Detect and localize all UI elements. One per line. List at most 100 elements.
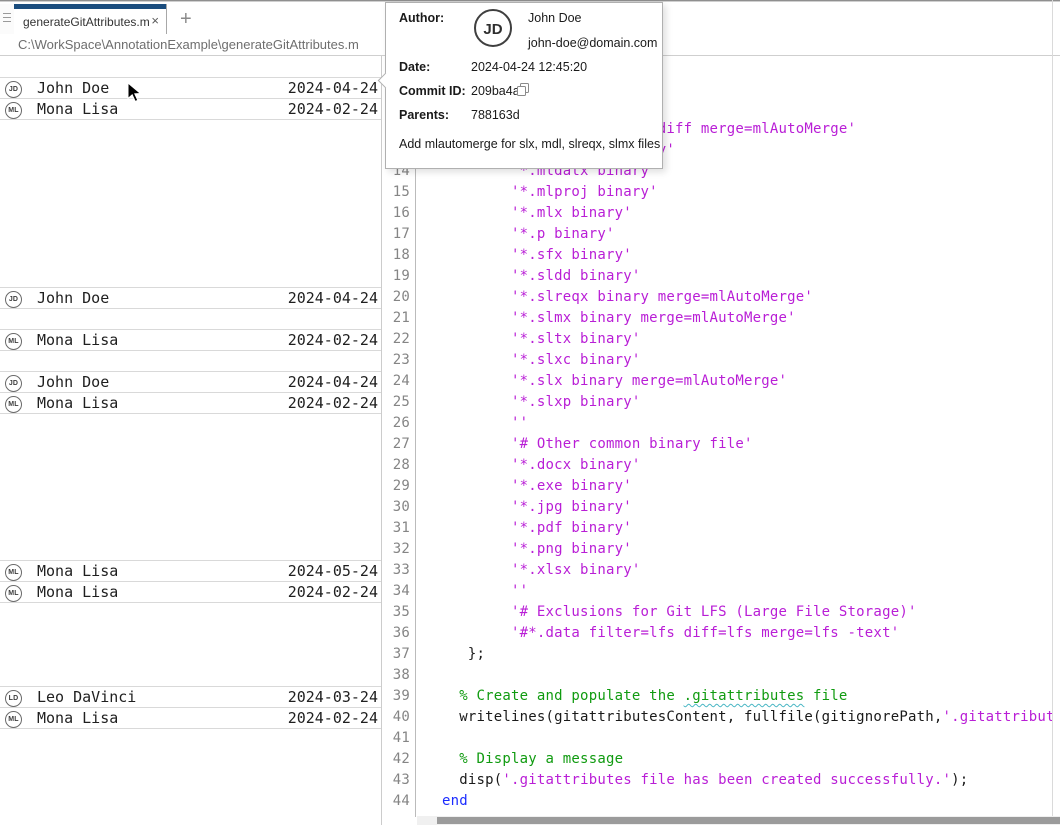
code-line[interactable]: '*.png binary' — [417, 539, 1052, 560]
parent-commit: 788163d — [471, 108, 520, 122]
code-line[interactable]: % Display a message — [417, 749, 1052, 770]
line-number: 43 — [382, 770, 410, 791]
code-line[interactable]: '# Exclusions for Git LFS (Large File St… — [417, 602, 1052, 623]
blame-row[interactable]: MLMona Lisa2024-02-24 — [0, 98, 381, 120]
author-avatar: ML — [5, 711, 22, 728]
blame-row[interactable]: LDLeo DaVinci2024-03-24 — [0, 686, 381, 708]
line-number: 35 — [382, 602, 410, 623]
code-token-string: '#*.data filter=lfs diff=lfs merge=lfs -… — [442, 625, 899, 641]
file-path: C:\WorkSpace\AnnotationExample\generateG… — [18, 37, 359, 52]
commit-date: 2024-02-24 — [288, 708, 378, 729]
code-line[interactable]: '*.docx binary' — [417, 455, 1052, 476]
code-line[interactable]: disp('.gitattributes file has been creat… — [417, 770, 1052, 791]
author-name: Mona Lisa — [37, 330, 118, 351]
code-line[interactable]: '*.sltx binary' — [417, 329, 1052, 350]
blame-row[interactable]: JDJohn Doe2024-04-24 — [0, 77, 381, 99]
horizontal-scrollbar-track[interactable] — [417, 816, 1060, 825]
blame-panel: JDJohn Doe2024-04-24 ML Mona Lisa 2024-02-2… — [0, 56, 382, 825]
author-avatar: ML — [5, 333, 22, 350]
line-number: 32 — [382, 539, 410, 560]
code-line[interactable]: '*.pdf binary' — [417, 518, 1052, 539]
line-number: 30 — [382, 497, 410, 518]
code-line[interactable] — [417, 728, 1052, 749]
author-avatar: LD — [5, 690, 22, 707]
line-number: 31 — [382, 518, 410, 539]
horizontal-scrollbar-thumb[interactable] — [437, 817, 1060, 824]
line-number: 24 — [382, 371, 410, 392]
tab-close-icon[interactable]: × — [151, 14, 159, 28]
code-token-string: '*.sldd binary' — [442, 268, 640, 284]
code-line[interactable]: '*.slxc binary' — [417, 350, 1052, 371]
code-line[interactable]: '*.exe binary' — [417, 476, 1052, 497]
panel-grip-handle[interactable] — [0, 4, 15, 35]
code-line[interactable] — [417, 665, 1052, 686]
code-line[interactable]: writelines(gitattributesContent, fullfil… — [417, 707, 1052, 728]
author-name: Mona Lisa — [37, 393, 118, 414]
author-name: Mona Lisa — [37, 561, 118, 582]
code-token-string: '*.exe binary' — [442, 478, 632, 494]
code-token-string: '.gitattributes' — [942, 709, 1052, 725]
copy-commit-id-icon[interactable] — [516, 82, 531, 97]
code-line[interactable]: % Create and populate the .gitattributes… — [417, 686, 1052, 707]
code-line[interactable]: '*.mlproj binary' — [417, 182, 1052, 203]
commit-date: 2024-02-24 — [288, 582, 378, 603]
line-number: 23 — [382, 350, 410, 371]
author-name: Leo DaVinci — [37, 687, 136, 708]
code-line[interactable]: }; — [417, 644, 1052, 665]
code-token-string: '' — [442, 415, 528, 431]
line-number: 39 — [382, 686, 410, 707]
code-editor[interactable]: '*.mdl binary diff merge=mlAutoMerge' '*… — [417, 56, 1052, 817]
code-token-string: '# Other common binary file' — [442, 436, 753, 452]
author-name: Mona Lisa — [37, 582, 118, 603]
line-number: 22 — [382, 329, 410, 350]
code-line[interactable]: '*.mlx binary' — [417, 203, 1052, 224]
code-token-comment-misspell: .gitattributes — [684, 688, 805, 704]
code-token-string: '*.mlx binary' — [442, 205, 632, 221]
blame-row[interactable]: MLMona Lisa2024-02-24 — [0, 392, 381, 414]
code-token-string: '*.slx binary merge=mlAutoMerge' — [442, 373, 787, 389]
commit-tooltip: Author: JD John Doe john-doe@domain.com … — [385, 2, 663, 169]
code-line[interactable]: '*.slxp binary' — [417, 392, 1052, 413]
code-line[interactable]: end — [417, 791, 1052, 812]
code-token-string: '.gitattributes file has been created su… — [502, 772, 951, 788]
new-tab-button[interactable]: + — [168, 4, 204, 35]
code-line[interactable]: '*.slmx binary merge=mlAutoMerge' — [417, 308, 1052, 329]
code-line[interactable]: '*.xlsx binary' — [417, 560, 1052, 581]
blame-row[interactable]: JDJohn Doe2024-04-24 — [0, 287, 381, 309]
line-number: 18 — [382, 245, 410, 266]
code-line[interactable]: '' — [417, 413, 1052, 434]
line-number: 44 — [382, 791, 410, 812]
author-label: Author: — [399, 11, 444, 25]
grip-icon — [3, 13, 11, 14]
commit-date: 2024-04-24 — [288, 78, 378, 99]
tab-generategitattributes[interactable]: generateGitAttributes.m × — [14, 4, 167, 35]
code-token-string: '' — [442, 583, 528, 599]
commit-date: 2024-04-24 12:45:20 — [471, 60, 587, 74]
code-line[interactable]: '*.sfx binary' — [417, 245, 1052, 266]
blame-row[interactable]: JDJohn Doe2024-04-24 — [0, 371, 381, 393]
code-line[interactable]: '*.slx binary merge=mlAutoMerge' — [417, 371, 1052, 392]
author-name: John Doe — [37, 372, 109, 393]
blame-row[interactable]: MLMona Lisa2024-05-24 — [0, 560, 381, 582]
author-avatar: ML — [5, 585, 22, 602]
mouse-cursor — [127, 82, 143, 109]
line-number: 19 — [382, 266, 410, 287]
code-line[interactable]: '*.jpg binary' — [417, 497, 1052, 518]
code-line[interactable]: '*.p binary' — [417, 224, 1052, 245]
commit-id-label: Commit ID: — [399, 84, 466, 98]
code-line[interactable]: '#*.data filter=lfs diff=lfs merge=lfs -… — [417, 623, 1052, 644]
code-line[interactable]: '*.sldd binary' — [417, 266, 1052, 287]
code-line[interactable]: '*.slreqx binary merge=mlAutoMerge' — [417, 287, 1052, 308]
blame-row[interactable]: MLMona Lisa2024-02-24 — [0, 707, 381, 729]
blame-row[interactable]: ML Mona Lisa 2024-02-24 — [0, 581, 381, 603]
author-email: john-doe@domain.com — [528, 36, 657, 50]
author-name: John Doe — [528, 11, 582, 25]
line-number: 29 — [382, 476, 410, 497]
author-avatar: ML — [5, 564, 22, 581]
code-token-string: '*.slmx binary merge=mlAutoMerge' — [442, 310, 796, 326]
line-number: 28 — [382, 455, 410, 476]
code-line[interactable]: '' — [417, 581, 1052, 602]
parents-label: Parents: — [399, 108, 449, 122]
code-line[interactable]: '# Other common binary file' — [417, 434, 1052, 455]
blame-row[interactable]: MLMona Lisa2024-02-24 — [0, 329, 381, 351]
